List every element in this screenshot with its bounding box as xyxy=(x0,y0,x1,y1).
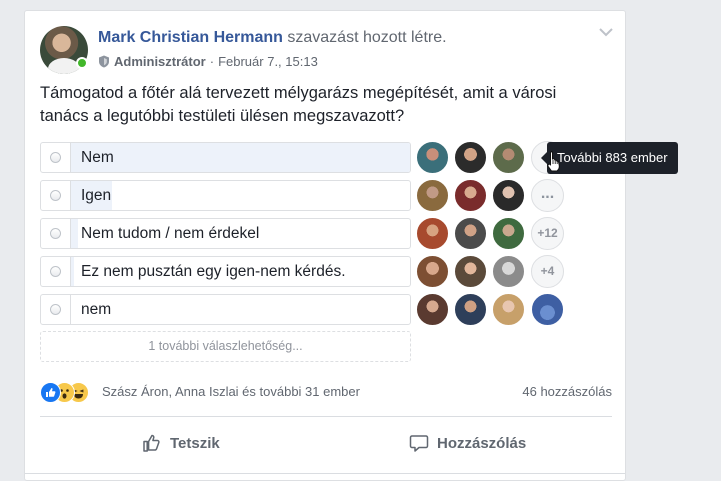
poll-question: Támogatod a főtér alá tervezett mélygará… xyxy=(40,84,557,125)
online-status-indicator xyxy=(76,57,88,69)
comment-button-label: Hozzászólás xyxy=(437,434,527,452)
more-voters-tooltip: További 883 ember xyxy=(541,142,678,174)
admin-role-label[interactable]: Adminisztrátor xyxy=(114,54,206,69)
hand-cursor-icon xyxy=(547,151,560,172)
voter-avatars: +4 xyxy=(416,255,568,289)
voter-avatar[interactable] xyxy=(454,255,487,288)
voter-avatar[interactable] xyxy=(416,255,449,288)
poll-option-label: Nem tudom / nem érdekel xyxy=(81,225,260,242)
divider xyxy=(40,416,612,417)
vote-fill-bar xyxy=(71,143,410,172)
poll-option-nem-tudom[interactable]: Nem tudom / nem érdekel xyxy=(40,218,411,249)
reaction-icons[interactable] xyxy=(40,382,102,403)
poll-option-nem-pusztan[interactable]: Ez nem pusztán egy igen-nem kérdés. xyxy=(40,256,411,287)
voter-avatar[interactable] xyxy=(531,293,564,326)
comment-icon xyxy=(409,435,429,452)
radio-cell xyxy=(41,181,71,210)
voter-avatar[interactable] xyxy=(454,217,487,250)
divider xyxy=(25,473,625,474)
voter-avatar[interactable] xyxy=(492,179,525,212)
poll-option-label: Igen xyxy=(81,187,112,204)
poll-option-nem-1[interactable]: Nem xyxy=(40,142,411,173)
post-timestamp[interactable]: Február 7., 15:13 xyxy=(218,54,318,69)
poll-option-nem-2[interactable]: nem xyxy=(40,294,411,325)
voter-avatar[interactable] xyxy=(454,293,487,326)
voter-avatar[interactable] xyxy=(492,217,525,250)
voter-avatar[interactable] xyxy=(416,141,449,174)
voter-avatars: ... xyxy=(416,179,568,213)
post-card: Mark Christian Hermann szavazást hozott … xyxy=(24,10,626,481)
post-meta: Adminisztrátor · Február 7., 15:13 xyxy=(98,54,318,69)
poll-option-igen[interactable]: Igen xyxy=(40,180,411,211)
voter-avatar[interactable] xyxy=(454,179,487,212)
voter-avatar[interactable] xyxy=(416,293,449,326)
radio-cell xyxy=(41,219,71,248)
shield-icon xyxy=(99,55,109,68)
poll-option-label: Ez nem pusztán egy igen-nem kérdés. xyxy=(81,263,346,280)
voter-avatars xyxy=(416,293,568,327)
poll-option-label: Nem xyxy=(81,149,114,166)
radio-cell xyxy=(41,257,71,286)
post-action-text: szavazást hozott létre. xyxy=(282,29,447,46)
like-button-label: Tetszik xyxy=(170,434,220,452)
like-icon xyxy=(40,382,61,403)
voter-avatar[interactable] xyxy=(454,141,487,174)
like-button[interactable]: Tetszik xyxy=(142,427,220,459)
radio-button[interactable] xyxy=(50,190,61,201)
vote-fill-bar xyxy=(71,219,78,248)
meta-separator: · xyxy=(209,54,215,69)
more-voters-count[interactable]: +12 xyxy=(531,217,564,250)
radio-cell xyxy=(41,295,71,324)
comment-button[interactable]: Hozzászólás xyxy=(409,427,526,459)
post-header: Mark Christian Hermann szavazást hozott … xyxy=(98,29,447,47)
radio-button[interactable] xyxy=(50,304,61,315)
reactors-names[interactable]: Szász Áron, Anna Iszlai és további 31 em… xyxy=(102,384,360,399)
voter-avatars: +12 xyxy=(416,217,568,251)
poll-option-label: nem xyxy=(81,301,112,318)
voter-avatar[interactable] xyxy=(492,255,525,288)
more-options-link[interactable]: 1 további válaszlehetőség... xyxy=(40,331,411,362)
voter-avatar[interactable] xyxy=(492,141,525,174)
thumbs-up-icon xyxy=(143,434,160,452)
voter-avatar[interactable] xyxy=(416,217,449,250)
comment-count-link[interactable]: 46 hozzászólás xyxy=(522,384,612,399)
more-voters-button[interactable]: ... xyxy=(531,179,564,212)
voter-avatar[interactable] xyxy=(416,179,449,212)
voter-avatar[interactable] xyxy=(492,293,525,326)
chevron-down-icon[interactable] xyxy=(599,27,613,37)
reactions-summary: Szász Áron, Anna Iszlai és további 31 em… xyxy=(40,380,612,404)
radio-button[interactable] xyxy=(50,228,61,239)
more-voters-count[interactable]: +4 xyxy=(531,255,564,288)
radio-button[interactable] xyxy=(50,266,61,277)
vote-fill-bar xyxy=(71,257,74,286)
radio-cell xyxy=(41,143,71,172)
radio-button[interactable] xyxy=(50,152,61,163)
author-name-link[interactable]: Mark Christian Hermann xyxy=(98,29,283,46)
